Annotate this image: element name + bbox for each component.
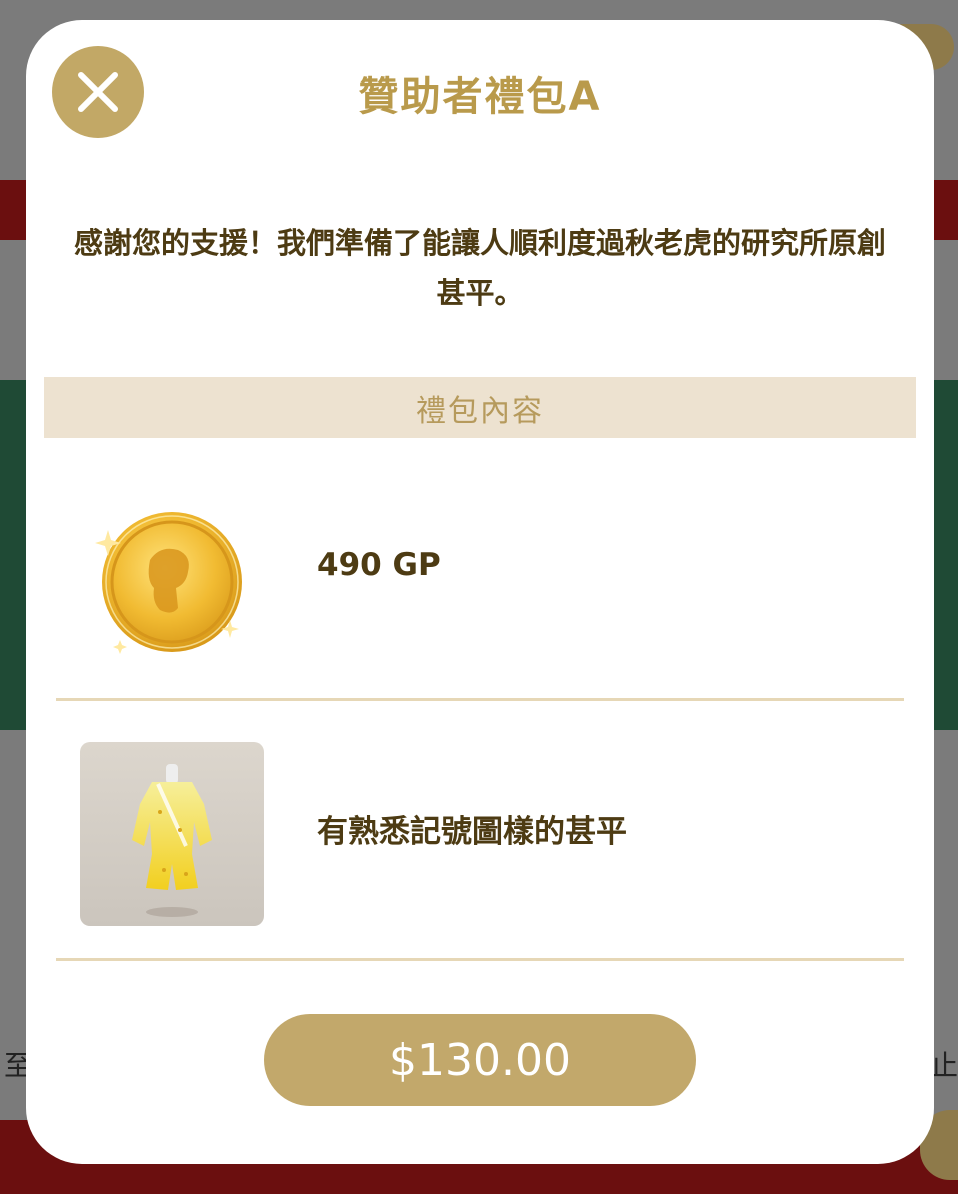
pack-contents-header: 禮包內容 xyxy=(44,377,916,438)
sponsor-pack-modal: 贊助者禮包A 感謝您的支援！我們準備了能讓人順利度過秋老虎的研究所原創甚平。 禮… xyxy=(26,20,934,1164)
gold-coin-icon xyxy=(80,490,264,674)
purchase-price-button[interactable]: $130.00 xyxy=(264,1014,696,1106)
modal-description: 感謝您的支援！我們準備了能讓人順利度過秋老虎的研究所原創甚平。 xyxy=(73,226,886,310)
pack-item-jinbei: 有熟悉記號圖樣的甚平 xyxy=(56,698,904,961)
pack-item-gp-label: 490 GP xyxy=(317,547,441,583)
yellow-jinbei-outfit-image xyxy=(80,742,264,926)
modal-title: 贊助者禮包A xyxy=(358,74,602,120)
background-text-right: 止 xyxy=(930,1049,958,1082)
pack-item-gp: 490 GP xyxy=(56,438,904,701)
pack-item-jinbei-label: 有熟悉記號圖樣的甚平 xyxy=(317,813,627,850)
